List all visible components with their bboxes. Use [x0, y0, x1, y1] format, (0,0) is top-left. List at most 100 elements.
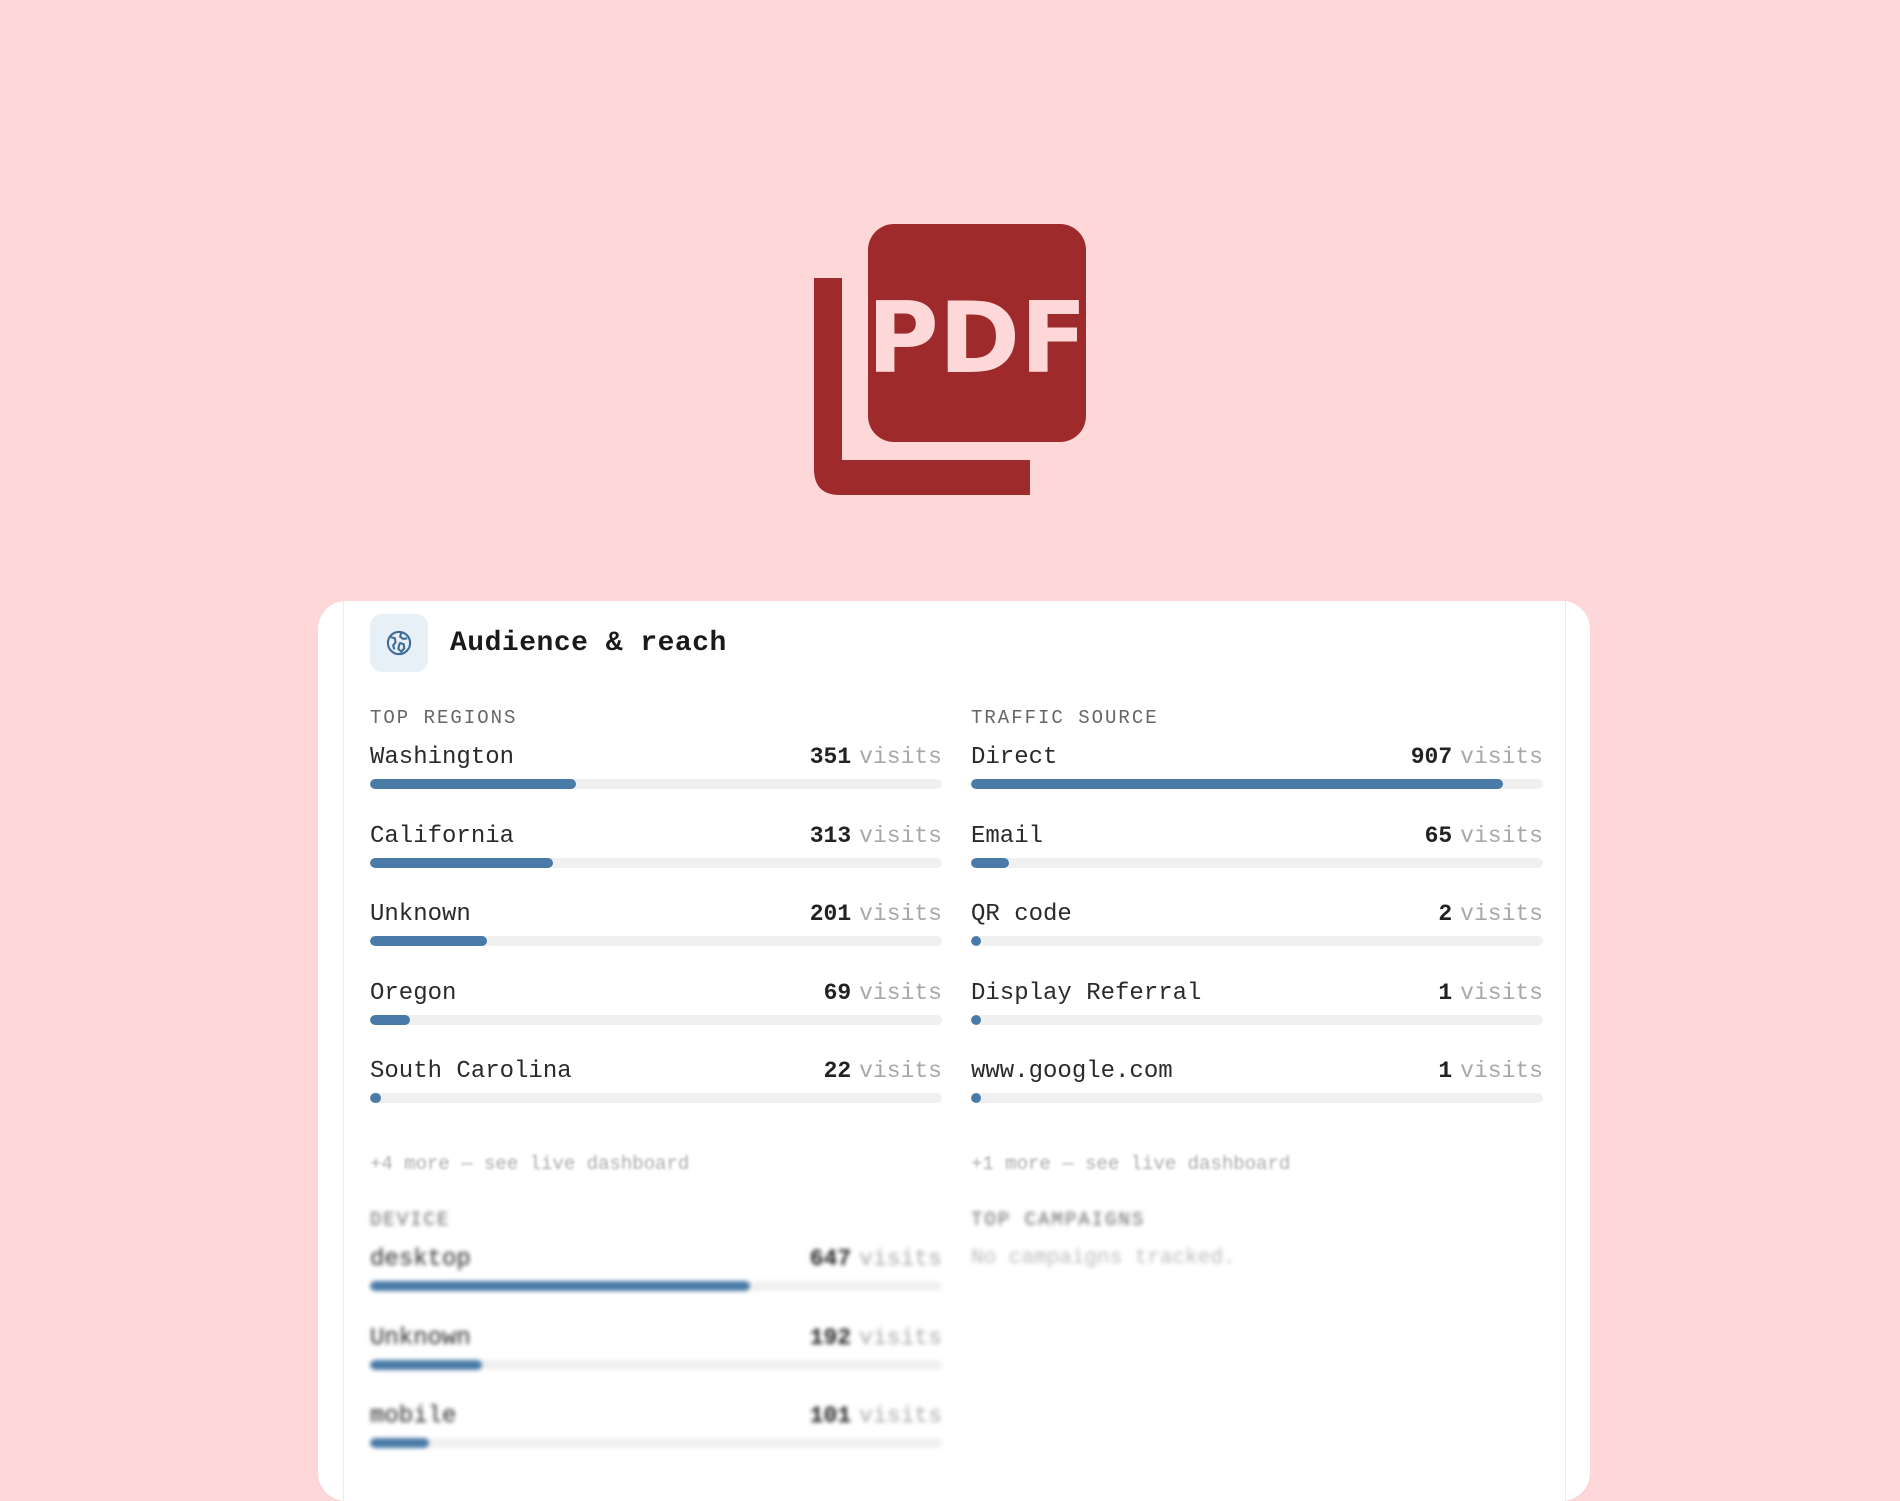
item-value: 1 visits — [1438, 1058, 1543, 1084]
visit-unit: visits — [859, 822, 942, 849]
visit-count: 192 — [809, 1324, 852, 1351]
item-name: Email — [971, 822, 1044, 850]
list-item: mobile 101 visits — [370, 1403, 942, 1473]
item-name: South Carolina — [370, 1058, 572, 1085]
progress-track — [370, 1093, 942, 1103]
visit-count: 313 — [809, 822, 852, 849]
progress-track — [370, 1281, 942, 1291]
item-value: 101 visits — [810, 1403, 942, 1429]
pdf-file-icon: PDF — [810, 222, 1090, 497]
visit-count: 2 — [1438, 901, 1453, 927]
visit-count: 65 — [1424, 822, 1453, 849]
progress-track — [370, 1438, 942, 1448]
item-name: Display Referral — [971, 979, 1202, 1007]
progress-track — [971, 936, 1543, 946]
visit-unit: visits — [859, 979, 942, 1006]
pdf-label: PDF — [867, 282, 1087, 396]
item-value: 65 visits — [1425, 823, 1543, 849]
section-label: DEVICE — [370, 1209, 451, 1231]
visit-count: 22 — [823, 1058, 852, 1084]
card-title: Audience & reach — [450, 627, 727, 659]
visit-unit: visits — [859, 901, 942, 927]
top-regions-section: TOP REGIONS Washington 351 visits Californi… — [370, 707, 942, 1103]
item-name: Washington — [370, 744, 515, 771]
progress-track — [370, 1014, 942, 1025]
progress-fill — [971, 779, 1503, 789]
section-label: TOP REGIONS — [370, 707, 518, 729]
progress-fill — [971, 936, 981, 946]
item-name: Direct — [971, 744, 1058, 771]
item-name: mobile — [370, 1403, 457, 1430]
visit-unit: visits — [1460, 979, 1543, 1006]
item-name: Oregon — [370, 979, 457, 1007]
progress-fill — [971, 857, 1010, 868]
traffic-source-more-link[interactable]: +1 more — see live dashboard — [971, 1153, 1290, 1175]
list-item: www.google.com 1 visits — [971, 1058, 1543, 1128]
progress-fill — [370, 936, 488, 946]
progress-track — [971, 779, 1543, 789]
progress-track — [370, 1359, 942, 1370]
visit-unit: visits — [1460, 822, 1543, 849]
list-item: California 313 visits — [370, 823, 942, 893]
visit-unit: visits — [859, 1324, 942, 1351]
item-value: 22 visits — [824, 1058, 942, 1084]
progress-fill — [971, 1014, 981, 1025]
progress-fill — [370, 1281, 751, 1291]
visit-unit: visits — [1460, 1058, 1543, 1084]
visit-unit: visits — [859, 1058, 942, 1084]
list-item: Unknown 201 visits — [370, 901, 942, 971]
visit-count: 351 — [809, 744, 852, 770]
list-item: South Carolina 22 visits — [370, 1058, 942, 1128]
item-value: 69 visits — [824, 980, 942, 1006]
visit-count: 1 — [1438, 1058, 1453, 1084]
list-item: Oregon 69 visits — [370, 980, 942, 1050]
list-item: Direct 907 visits — [971, 744, 1543, 814]
item-name: Unknown — [370, 901, 471, 928]
item-name: www.google.com — [971, 1058, 1173, 1085]
section-label: TRAFFIC SOURCE — [971, 707, 1159, 729]
list-item: Unknown 192 visits — [370, 1325, 942, 1395]
audience-reach-card: Audience & reach TOP REGIONS Washington 3… — [318, 601, 1590, 1501]
section-label: TOP CAMPAIGNS — [971, 1209, 1146, 1231]
progress-fill — [971, 1093, 981, 1103]
item-value: 1 visits — [1438, 980, 1543, 1006]
progress-track — [370, 857, 942, 868]
progress-fill — [370, 857, 554, 868]
progress-fill — [370, 1438, 430, 1448]
item-value: 2 visits — [1438, 901, 1543, 927]
item-value: 907 visits — [1411, 744, 1543, 770]
visit-unit: visits — [859, 744, 942, 770]
list-item: desktop 647 visits — [370, 1246, 942, 1316]
visit-unit: visits — [1460, 744, 1543, 770]
list-item: Display Referral 1 visits — [971, 980, 1543, 1050]
visit-count: 907 — [1410, 744, 1453, 770]
item-value: 192 visits — [810, 1325, 942, 1351]
item-name: Unknown — [370, 1324, 471, 1352]
visit-unit: visits — [859, 1403, 942, 1429]
card-header: Audience & reach — [370, 614, 727, 672]
progress-fill — [370, 1093, 382, 1103]
progress-fill — [370, 779, 576, 789]
globe-icon — [370, 614, 428, 672]
item-value: 351 visits — [810, 744, 942, 770]
device-section: DEVICE desktop 647 visits Unknown 192 visits m… — [370, 1209, 942, 1448]
visit-count: 201 — [809, 901, 852, 927]
progress-track — [370, 779, 942, 789]
visit-count: 69 — [823, 979, 852, 1006]
progress-track — [971, 1093, 1543, 1103]
visit-count: 101 — [809, 1403, 852, 1429]
top-regions-more-link[interactable]: +4 more — see live dashboard — [370, 1153, 689, 1175]
item-name: desktop — [370, 1246, 471, 1273]
visit-count: 647 — [809, 1246, 852, 1272]
item-value: 201 visits — [810, 901, 942, 927]
traffic-source-section: TRAFFIC SOURCE Direct 907 visits Email 65 vis… — [971, 707, 1543, 1103]
progress-track — [971, 857, 1543, 868]
progress-track — [971, 1014, 1543, 1025]
no-campaigns-message: No campaigns tracked. — [971, 1247, 1236, 1270]
visit-count: 1 — [1438, 979, 1453, 1006]
top-campaigns-section: TOP CAMPAIGNS No campaigns tracked. — [971, 1209, 1543, 1270]
item-name: California — [370, 822, 515, 850]
list-item: Washington 351 visits — [370, 744, 942, 814]
item-value: 647 visits — [810, 1246, 942, 1272]
item-value: 313 visits — [810, 823, 942, 849]
